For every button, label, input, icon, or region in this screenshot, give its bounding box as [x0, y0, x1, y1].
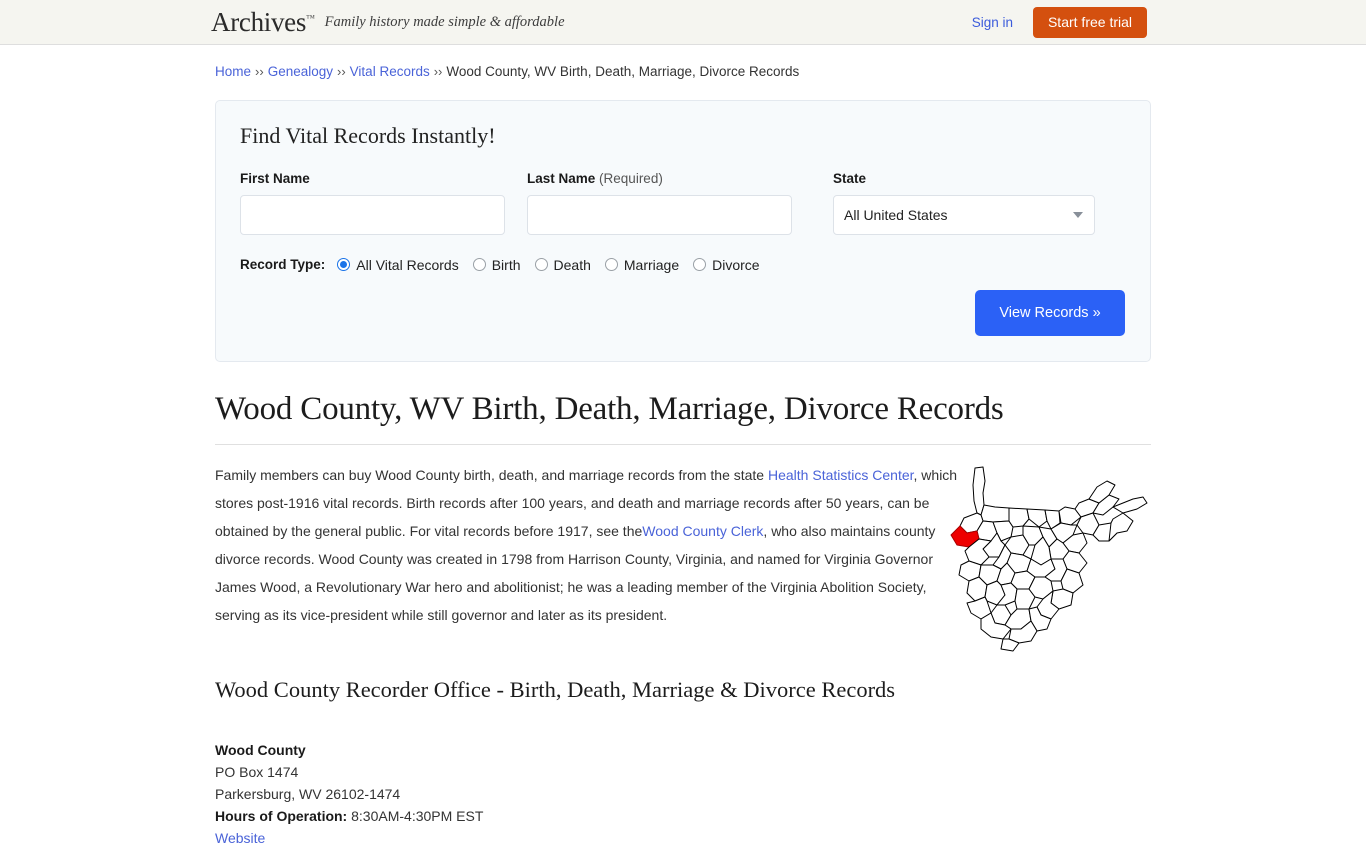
last-name-field-group: Last Name (Required)	[527, 171, 792, 235]
radio-icon-divorce[interactable]	[693, 258, 707, 272]
breadcrumb-current: Wood County, WV Birth, Death, Marriage, …	[446, 64, 800, 79]
submit-row: View Records »	[240, 289, 1125, 336]
record-type-option-label: All Vital Records	[356, 256, 459, 273]
recorder-office-address: Wood County PO Box 1474 Parkersburg, WV …	[215, 739, 1151, 849]
hours-value: 8:30AM-4:30PM EST	[351, 808, 484, 825]
radio-icon-death[interactable]	[534, 258, 548, 272]
search-fields-row: First Name Last Name (Required) State Al…	[240, 171, 1125, 235]
wv-map-svg	[950, 466, 1148, 652]
wood-county-clerk-link[interactable]: Wood County Clerk	[642, 523, 763, 539]
record-type-option-death[interactable]: Death	[534, 256, 591, 273]
record-type-option-label: Divorce	[712, 256, 760, 273]
hours-of-operation-row: Hours of Operation: 8:30AM-4:30PM EST	[215, 805, 1151, 827]
vital-records-search-panel: Find Vital Records Instantly! First Name…	[215, 99, 1151, 362]
description-block: Family members can buy Wood County birth…	[215, 461, 1151, 652]
breadcrumb-separator: ››	[255, 64, 264, 79]
record-type-option-marriage[interactable]: Marriage	[604, 256, 680, 273]
website-link[interactable]: Website	[215, 830, 265, 846]
address-line-1: PO Box 1474	[215, 764, 299, 781]
hours-label: Hours of Operation:	[215, 808, 348, 825]
breadcrumb: Home ›› Genealogy ›› Vital Records ›› Wood Cou…	[215, 63, 1151, 82]
site-header: Archives™ Family history made simple & a…	[0, 0, 1366, 45]
page-title: Wood County, WV Birth, Death, Marriage, …	[215, 390, 1004, 427]
radio-icon-all-vital-records[interactable]	[337, 258, 351, 272]
radio-icon-birth[interactable]	[472, 258, 486, 272]
website-row: Website	[215, 827, 1151, 849]
health-statistics-center-link[interactable]: Health Statistics Center	[768, 467, 914, 483]
state-label: State	[833, 170, 867, 186]
archives-logo[interactable]: Archives™	[211, 9, 323, 36]
brand-tagline: Family history made simple & affordable	[324, 14, 565, 30]
record-type-option-birth[interactable]: Birth	[472, 256, 521, 273]
logo-text: Archives	[211, 7, 307, 37]
record-type-option-label: Death	[553, 256, 591, 273]
record-type-row: Record Type: All Vital Records Birth Dea…	[240, 257, 1125, 273]
paragraph-part-1: Family members can buy Wood County birth…	[215, 467, 768, 484]
state-select-wrapper: All United States	[833, 194, 1095, 235]
record-type-option-all-vital-records[interactable]: All Vital Records	[337, 256, 459, 273]
record-type-option-label: Marriage	[623, 256, 680, 273]
first-name-label: First Name	[240, 170, 310, 186]
trademark-mark: ™	[306, 13, 315, 23]
state-field-group: State All United States	[833, 171, 1095, 235]
record-type-label: Record Type:	[240, 257, 326, 273]
breadcrumb-separator: ››	[337, 64, 346, 79]
breadcrumb-item-vital-records[interactable]: Vital Records	[350, 64, 430, 79]
west-virginia-county-map	[947, 463, 1157, 653]
view-records-button[interactable]: View Records »	[975, 289, 1125, 336]
content-container: Home ›› Genealogy ›› Vital Records ›› Wood Cou…	[215, 63, 1151, 849]
state-select-value: All United States	[844, 206, 948, 223]
office-name: Wood County	[215, 742, 306, 759]
radio-icon-marriage[interactable]	[604, 258, 618, 272]
sign-in-link[interactable]: Sign in	[972, 15, 1013, 30]
state-select[interactable]: All United States	[833, 194, 1095, 235]
breadcrumb-item-genealogy[interactable]: Genealogy	[268, 64, 333, 79]
search-panel-title: Find Vital Records Instantly!	[240, 122, 496, 148]
breadcrumb-separator: ››	[433, 64, 443, 79]
address-line-2: Parkersburg, WV 26102-1474	[215, 786, 401, 803]
first-name-field-group: First Name	[240, 171, 505, 235]
last-name-label: Last Name (Required)	[527, 171, 792, 186]
first-name-input[interactable]	[240, 194, 505, 235]
description-paragraph: Family members can buy Wood County birth…	[215, 461, 960, 629]
start-free-trial-button[interactable]: Start free trial	[1032, 7, 1147, 38]
page-body: Home ›› Genealogy ›› Vital Records ›› Wood Cou…	[0, 63, 1366, 849]
last-name-required-note: (Required)	[599, 170, 663, 186]
breadcrumb-item-home[interactable]: Home	[215, 64, 251, 79]
header-actions: Sign in Start free trial	[972, 0, 1147, 45]
record-type-option-label: Birth	[491, 256, 521, 273]
brand-block[interactable]: Archives™ Family history made simple & a…	[211, 0, 565, 45]
last-name-input[interactable]	[527, 194, 792, 235]
recorder-office-heading: Wood County Recorder Office - Birth, Dea…	[215, 677, 896, 703]
record-type-option-divorce[interactable]: Divorce	[693, 256, 760, 273]
last-name-label-text: Last Name	[527, 170, 596, 186]
title-divider	[215, 444, 1151, 446]
